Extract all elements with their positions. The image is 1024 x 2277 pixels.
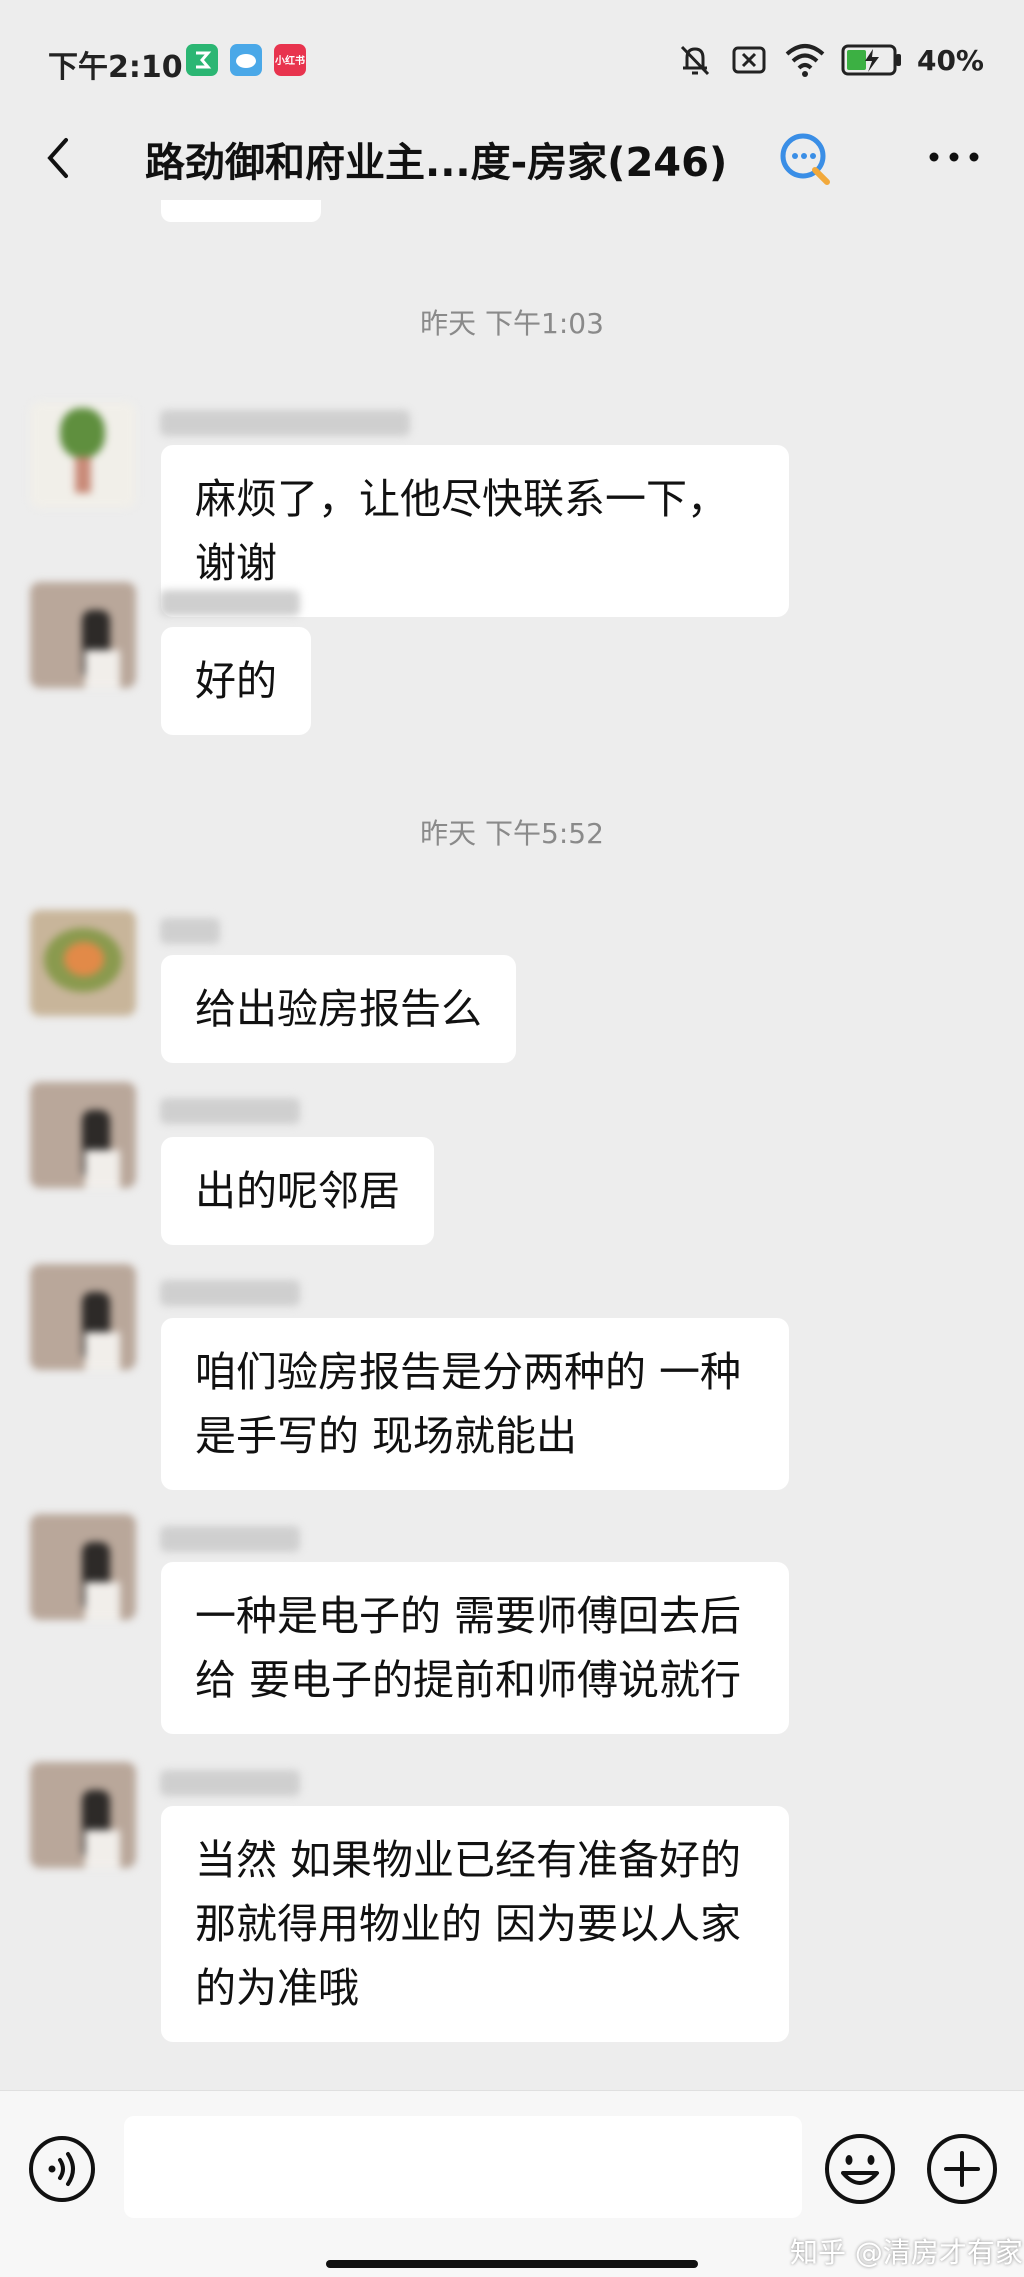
wifi-icon <box>785 44 825 77</box>
message-bubble[interactable]: 咱们验房报告是分两种的 一种是手写的 现场就能出 <box>161 1318 789 1490</box>
sender-name <box>160 1526 300 1552</box>
battery-percent: 40% <box>916 43 984 77</box>
ai-assistant-icon[interactable] <box>775 128 837 190</box>
timestamp: 昨天 下午5:52 <box>420 817 604 850</box>
battery-charging-icon <box>841 44 901 76</box>
sender-name <box>160 1098 300 1124</box>
avatar[interactable] <box>30 1264 136 1370</box>
emoji-icon[interactable] <box>822 2131 898 2207</box>
message-bubble[interactable]: 一种是电子的 需要师傅回去后给 要电子的提前和师傅说就行 <box>161 1562 789 1734</box>
mute-bell-icon <box>680 45 710 76</box>
status-time: 下午2:10 <box>48 50 183 85</box>
avatar[interactable] <box>30 1762 136 1868</box>
sender-name <box>160 590 300 616</box>
xiaohongshu-app-label: 小红书 <box>275 56 305 67</box>
voice-input-icon[interactable] <box>26 2133 98 2205</box>
previous-message-bubble <box>161 200 321 222</box>
sender-name <box>160 1770 300 1796</box>
watermark: 知乎 @清房才有家 <box>790 2236 1023 2269</box>
input-bar: 知乎 @清房才有家 <box>0 2090 1024 2277</box>
avatar[interactable] <box>30 1514 136 1620</box>
app-notification-icon <box>186 44 218 76</box>
status-icons: 40% <box>675 40 984 80</box>
avatar[interactable] <box>30 402 136 508</box>
sender-name <box>160 410 410 436</box>
message-bubble[interactable]: 好的 <box>161 627 311 735</box>
back-arrow-icon[interactable] <box>30 128 90 188</box>
plus-icon[interactable] <box>924 2131 1000 2207</box>
status-bar: 下午2:10 小红书 40% <box>0 0 1024 120</box>
message-bubble[interactable]: 给出验房报告么 <box>161 955 516 1063</box>
home-indicator[interactable] <box>326 2260 698 2268</box>
xiaohongshu-app-icon: 小红书 <box>274 44 306 76</box>
timestamp: 昨天 下午1:03 <box>420 307 604 340</box>
avatar[interactable] <box>30 1082 136 1188</box>
message-input[interactable] <box>124 2116 802 2218</box>
avatar[interactable] <box>30 582 136 688</box>
more-options-icon[interactable] <box>919 132 989 182</box>
sender-name <box>160 918 220 944</box>
chat-title[interactable]: 路劲御和府业主...度-房家(246) <box>145 130 727 188</box>
message-bubble[interactable]: 出的呢邻居 <box>161 1137 434 1245</box>
no-sim-icon <box>732 46 766 74</box>
avatar[interactable] <box>30 910 136 1016</box>
message-bubble[interactable]: 当然 如果物业已经有准备好的 那就得用物业的 因为要以人家的为准哦 <box>161 1806 789 2042</box>
cloud-app-icon <box>230 44 262 76</box>
chat-header: 路劲御和府业主...度-房家(246) <box>0 110 1024 210</box>
sender-name <box>160 1280 300 1306</box>
